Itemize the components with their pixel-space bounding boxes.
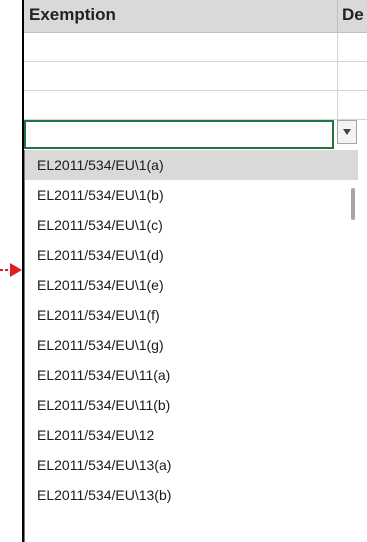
- list-item[interactable]: EL2011/534/EU\1(f): [25, 300, 358, 330]
- row-gridline: [24, 61, 367, 62]
- column-gridline: [337, 33, 338, 120]
- list-item[interactable]: EL2011/534/EU\1(d): [25, 240, 358, 270]
- scrollbar-thumb[interactable]: [351, 188, 355, 220]
- list-item[interactable]: EL2011/534/EU\1(g): [25, 330, 358, 360]
- list-item[interactable]: EL2011/534/EU\1(c): [25, 210, 358, 240]
- dropdown-button[interactable]: [337, 120, 357, 144]
- scrollbar-track[interactable]: [361, 150, 367, 542]
- list-item[interactable]: EL2011/534/EU\13(a): [25, 450, 358, 480]
- column-header-next[interactable]: De: [342, 5, 364, 25]
- list-item[interactable]: EL2011/534/EU\1(b): [25, 180, 358, 210]
- column-divider: [337, 0, 338, 33]
- list-item[interactable]: EL2011/534/EU\11(a): [25, 360, 358, 390]
- arrow-right-icon: [0, 263, 22, 277]
- list-item[interactable]: EL2011/534/EU\12: [25, 420, 358, 450]
- column-header-row: Exemption De: [24, 0, 367, 33]
- validation-dropdown-list[interactable]: EL2011/534/EU\1(a) EL2011/534/EU\1(b) EL…: [24, 150, 367, 542]
- column-header-exemption[interactable]: Exemption: [29, 5, 116, 25]
- dropdown-items: EL2011/534/EU\1(a) EL2011/534/EU\1(b) EL…: [25, 150, 358, 510]
- sheet-frame: Exemption De EL2011/534/EU\1(a) EL2011/5…: [22, 0, 367, 542]
- chevron-down-icon: [343, 129, 351, 135]
- list-item[interactable]: EL2011/534/EU\1(e): [25, 270, 358, 300]
- row-gridline: [24, 90, 367, 91]
- list-item[interactable]: EL2011/534/EU\1(a): [25, 150, 358, 180]
- list-item[interactable]: EL2011/534/EU\13(b): [25, 480, 358, 510]
- list-item[interactable]: EL2011/534/EU\11(b): [25, 390, 358, 420]
- active-cell[interactable]: [24, 120, 334, 149]
